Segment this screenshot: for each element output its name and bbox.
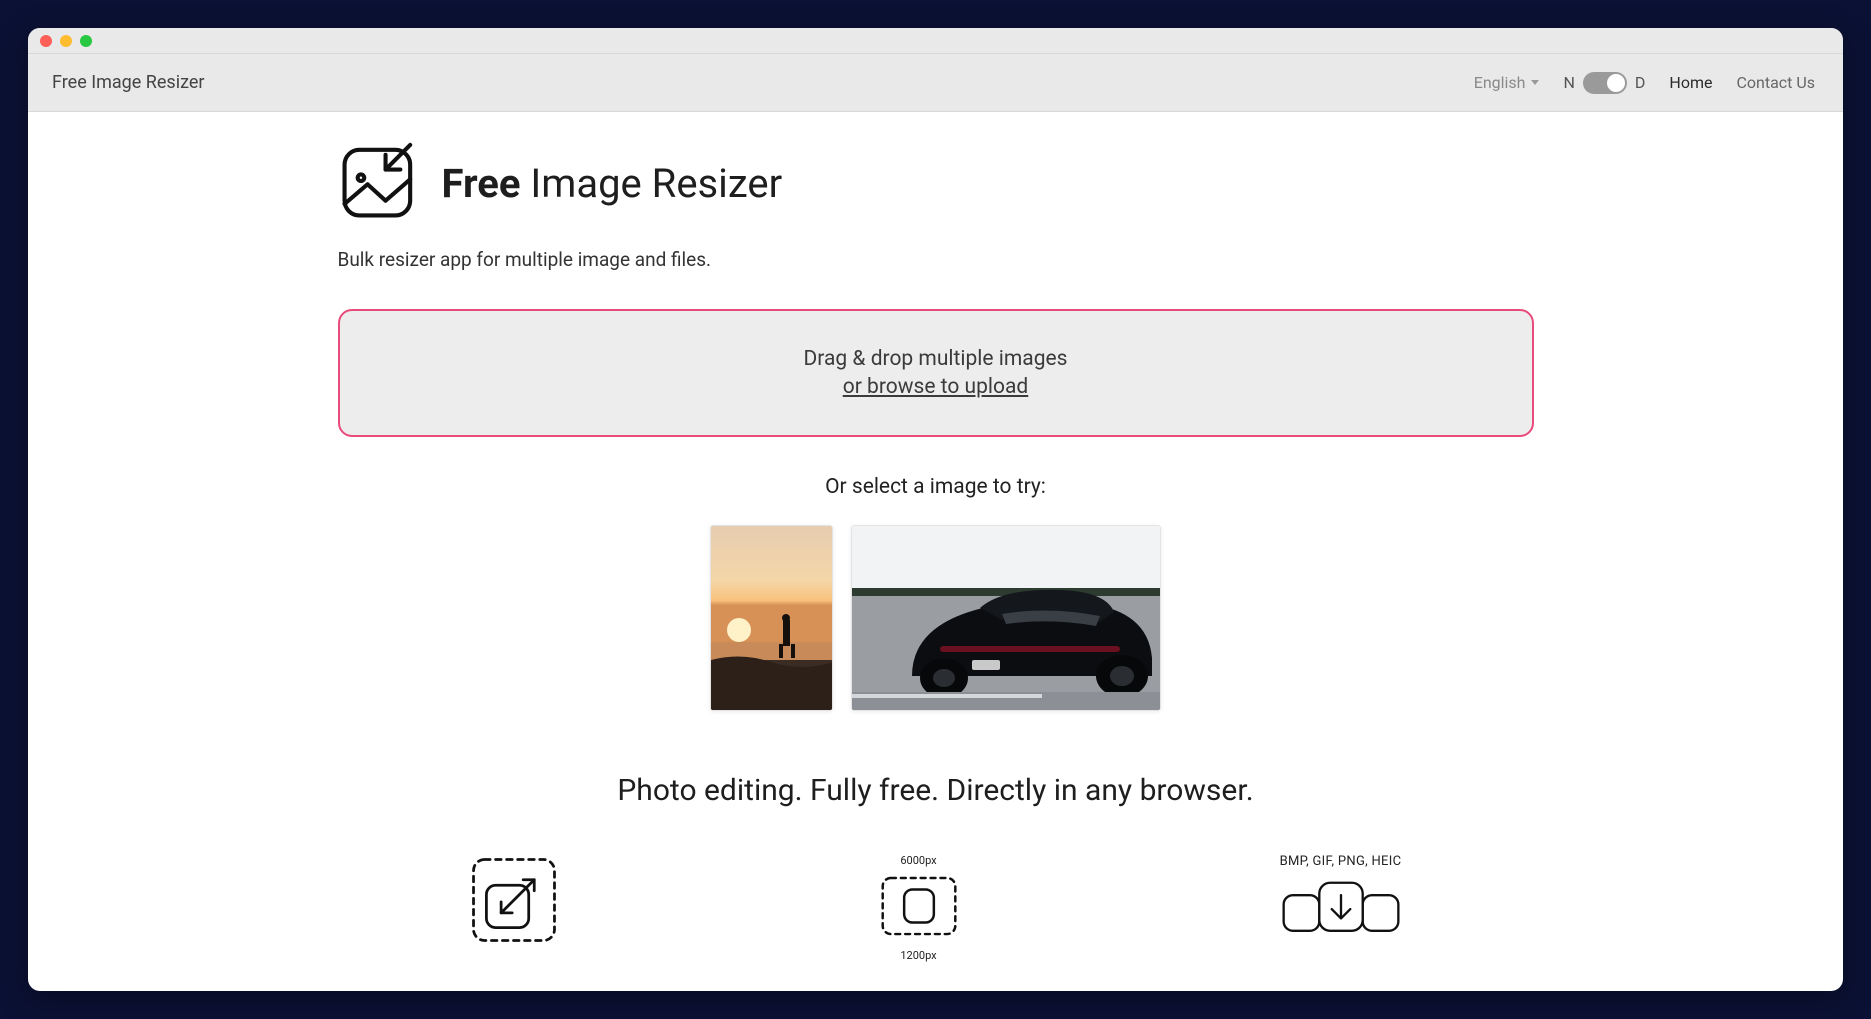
app-window: Free Image Resizer English N D Home C: [28, 28, 1843, 991]
navbar: Free Image Resizer English N D Home C: [28, 54, 1843, 112]
chevron-down-icon: [1531, 80, 1539, 85]
window-close-icon[interactable]: [40, 35, 52, 47]
resize-icon: [468, 854, 560, 950]
nav-contact[interactable]: Contact Us: [1736, 73, 1815, 92]
page-title-rest: Image Resizer: [520, 160, 782, 207]
dimensions-icon: [876, 873, 962, 943]
feature-dimensions: 6000px 1200px: [876, 854, 962, 962]
theme-label-night: N: [1563, 73, 1574, 92]
page-title-bold: Free: [442, 160, 521, 207]
window-zoom-icon[interactable]: [80, 35, 92, 47]
window-titlebar: [28, 28, 1843, 54]
hero: Free Image Resizer: [338, 140, 1534, 226]
sample-images: [338, 525, 1534, 711]
download-icon: [1278, 875, 1404, 941]
page-subtitle: Bulk resizer app for multiple image and …: [338, 248, 1534, 271]
theme-toggle[interactable]: [1583, 72, 1627, 94]
feature-resize: [468, 854, 560, 962]
upload-dropzone[interactable]: Drag & drop multiple images or browse to…: [338, 309, 1534, 437]
feature-formats: BMP, GIF, PNG, HEIC: [1278, 854, 1404, 962]
nav-home[interactable]: Home: [1669, 73, 1712, 92]
page-scroll[interactable]: Free Image Resizer Bulk resizer app for …: [28, 112, 1843, 991]
dropzone-text: Drag & drop multiple images: [804, 347, 1068, 371]
theme-toggle-group: N D: [1563, 72, 1645, 94]
dim-top-label: 6000px: [900, 854, 936, 867]
navbar-brand[interactable]: Free Image Resizer: [52, 72, 205, 93]
window-minimize-icon[interactable]: [60, 35, 72, 47]
sample-label: Or select a image to try:: [338, 475, 1534, 499]
language-dropdown[interactable]: English: [1474, 73, 1540, 92]
sample-image-car[interactable]: [851, 525, 1161, 711]
theme-label-day: D: [1635, 73, 1646, 92]
page-title: Free Image Resizer: [442, 160, 783, 207]
formats-label: BMP, GIF, PNG, HEIC: [1280, 854, 1402, 869]
tagline: Photo editing. Fully free. Directly in a…: [338, 773, 1534, 808]
browse-upload-link[interactable]: or browse to upload: [843, 375, 1029, 399]
app-logo-icon: [338, 140, 420, 226]
language-label: English: [1474, 73, 1526, 92]
toggle-knob: [1607, 74, 1625, 92]
sample-image-beach[interactable]: [710, 525, 833, 711]
feature-row: 6000px 1200px BMP, GIF, PNG, HEIC: [338, 854, 1534, 962]
dim-bottom-label: 1200px: [900, 949, 936, 962]
